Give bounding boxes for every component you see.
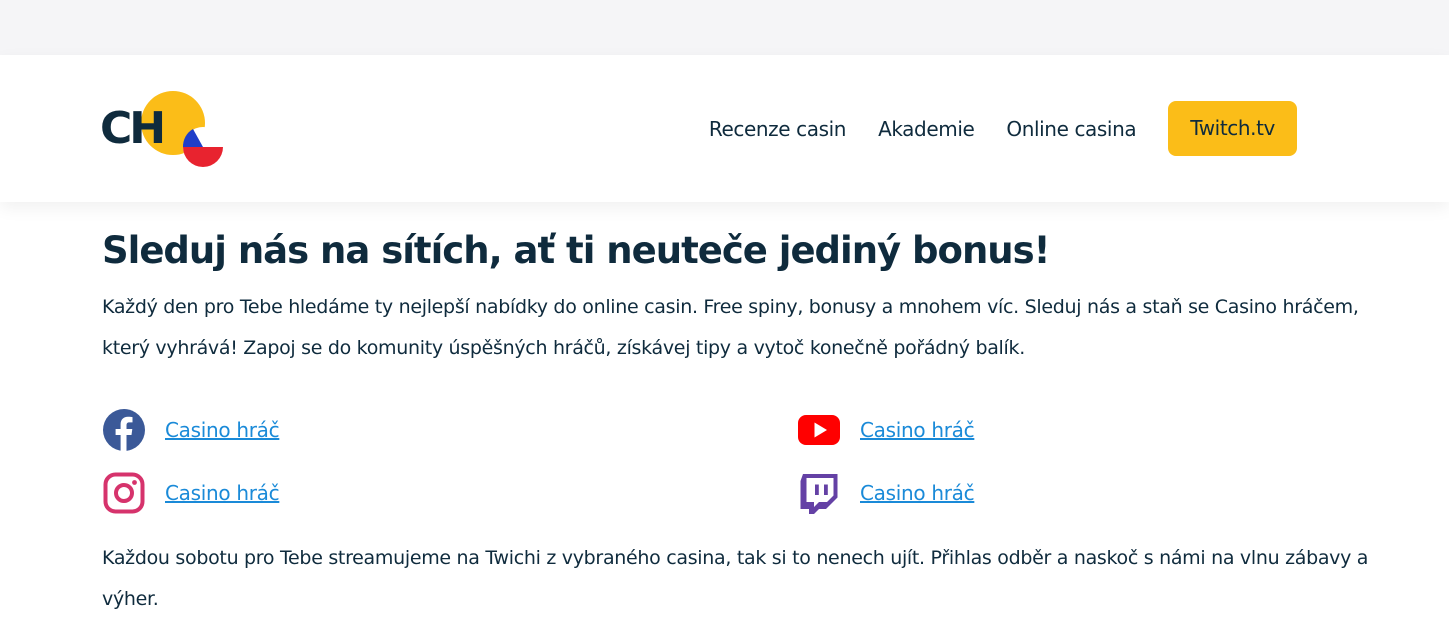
twitch-icon[interactable] — [797, 471, 841, 515]
intro-paragraph: Každý den pro Tebe hledáme ty nejlepší n… — [102, 296, 1359, 359]
social-item-facebook: Casino hráč — [102, 408, 280, 452]
twitch-link[interactable]: Casino hráč — [860, 481, 975, 505]
site-logo[interactable]: CH — [100, 91, 225, 169]
youtube-link[interactable]: Casino hráč — [860, 418, 975, 442]
nav-link-recenze-casin[interactable]: Recenze casin — [709, 117, 847, 141]
logo-icon: CH — [100, 91, 223, 167]
social-item-youtube: Casino hráč — [797, 408, 975, 452]
youtube-icon[interactable] — [797, 408, 841, 452]
outro-paragraph: Každou sobotu pro Tebe streamujeme na Tw… — [102, 547, 1369, 610]
top-strip — [0, 0, 1449, 55]
site-header: CH Recenze casin Akademie Online casina … — [0, 55, 1449, 202]
twitch-cta-button[interactable]: Twitch.tv — [1168, 101, 1297, 156]
nav-link-online-casina[interactable]: Online casina — [1006, 117, 1136, 141]
main-content: Sleduj nás na sítích, ať ti neuteče jedi… — [102, 220, 1402, 369]
facebook-icon[interactable] — [102, 408, 146, 452]
page-title: Sleduj nás na sítích, ať ti neuteče jedi… — [102, 229, 1051, 272]
instagram-link[interactable]: Casino hráč — [165, 481, 280, 505]
social-item-twitch: Casino hráč — [797, 471, 975, 515]
logo-text: CH — [101, 103, 163, 154]
facebook-link[interactable]: Casino hráč — [165, 418, 280, 442]
nav-link-akademie[interactable]: Akademie — [878, 117, 975, 141]
social-item-instagram: Casino hráč — [102, 471, 280, 515]
social-links: Casino hráč Casino hráč Casino hráč Casi… — [102, 408, 1202, 518]
main-nav: Recenze casin Akademie Online casina Twi… — [709, 101, 1297, 156]
instagram-icon[interactable] — [102, 471, 146, 515]
